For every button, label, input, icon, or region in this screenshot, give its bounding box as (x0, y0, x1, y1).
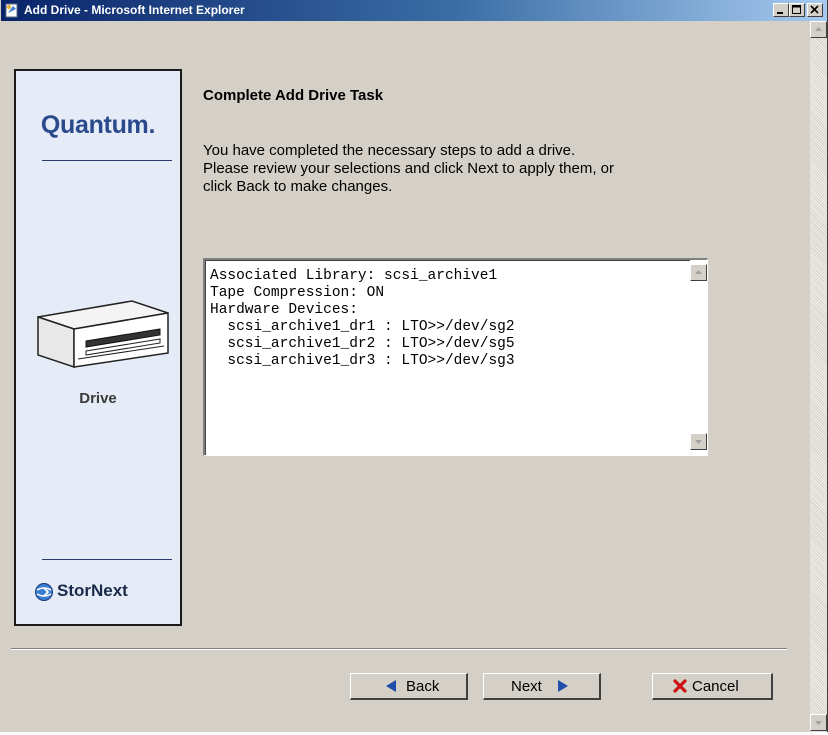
summary-content: Associated Library: scsi_archive1 Tape C… (210, 268, 515, 370)
summary-line: Associated Library: scsi_archive1 (210, 268, 498, 284)
summary-textarea[interactable]: Associated Library: scsi_archive1 Tape C… (203, 258, 708, 456)
scroll-down-button[interactable] (690, 433, 707, 450)
red-x-icon (673, 679, 687, 693)
instruction-line: You have completed the necessary steps t… (203, 142, 576, 159)
maximize-button[interactable] (789, 3, 805, 17)
summary-line: scsi_archive1_dr2 : LTO>>/dev/sg5 (210, 336, 515, 352)
section-label: Drive (79, 390, 117, 407)
page-content: Quantum. Drive StorNext Complete Add Dri… (1, 21, 810, 732)
quantum-logo: Quantum. (40, 111, 156, 139)
scroll-down-button[interactable] (810, 714, 827, 731)
summary-scrollbar[interactable] (690, 260, 707, 455)
close-button[interactable] (807, 3, 823, 17)
tape-drive-icon (37, 300, 169, 369)
summary-line: scsi_archive1_dr3 : LTO>>/dev/sg3 (210, 353, 515, 369)
window-title: Add Drive - Microsoft Internet Explorer (24, 3, 245, 17)
page-title: Complete Add Drive Task (203, 87, 384, 104)
summary-line: Tape Compression: ON (210, 285, 385, 301)
back-label: Back (406, 678, 440, 695)
sidebar-divider (42, 160, 172, 161)
product-name: StorNext (57, 581, 128, 600)
summary-line: scsi_archive1_dr1 : LTO>>/dev/sg2 (210, 319, 515, 335)
stornext-globe-icon (35, 583, 53, 601)
title-bar[interactable]: Add Drive - Microsoft Internet Explorer (1, 0, 827, 21)
page-scrollbar[interactable] (810, 21, 827, 732)
ie-page-icon (4, 3, 20, 18)
cancel-button[interactable]: Cancel (652, 673, 773, 700)
sidebar-divider (42, 559, 172, 560)
left-arrow-icon (386, 680, 396, 692)
scroll-up-button[interactable] (690, 264, 707, 281)
cancel-label: Cancel (692, 678, 739, 695)
instruction-line: Please review your selections and click … (203, 160, 615, 177)
instruction-line: click Back to make changes. (203, 178, 393, 195)
divider (11, 648, 787, 650)
summary-line: Hardware Devices: (210, 302, 358, 318)
instructions: You have completed the necessary steps t… (203, 142, 803, 196)
next-button[interactable]: Next (483, 673, 601, 700)
next-label: Next (511, 678, 542, 695)
browser-window: Add Drive - Microsoft Internet Explorer … (0, 0, 828, 732)
minimize-button[interactable] (773, 3, 789, 17)
scroll-up-button[interactable] (810, 21, 827, 38)
back-button[interactable]: Back (350, 673, 468, 700)
brand-sidebar: Quantum. Drive StorNext (14, 69, 182, 626)
right-arrow-icon (558, 680, 568, 692)
